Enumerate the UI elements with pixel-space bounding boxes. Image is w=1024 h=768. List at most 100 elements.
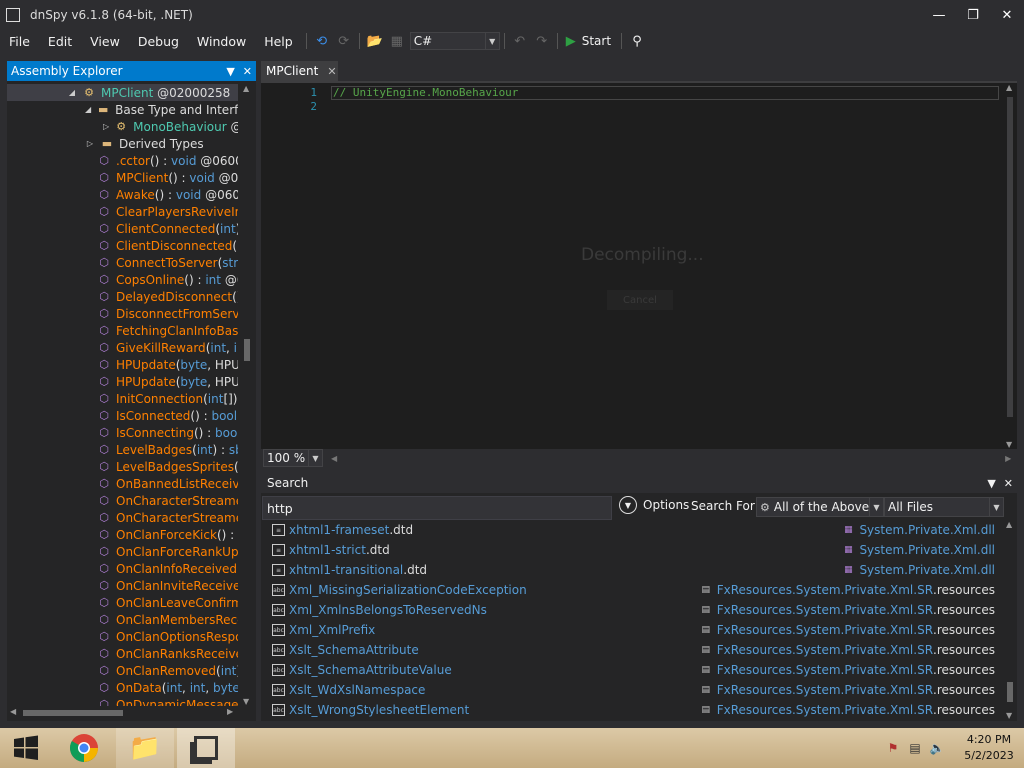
search-result-row[interactable]: abc Xslt_SchemaAttributeValue ▤ FxResources… — [261, 660, 1001, 680]
tree-item[interactable]: ⬡HPUpdate(byte, HPUp — [7, 356, 238, 373]
maximize-icon[interactable]: ❐ — [956, 0, 990, 30]
clock[interactable]: 4:20 PM 5/2/2023 — [954, 732, 1024, 764]
tree-item[interactable]: ⬡ OnClanInviteReceived — [7, 577, 238, 594]
collapsed-arrow-icon[interactable]: ▷ — [85, 139, 95, 148]
code-editor[interactable]: 1 2 // UnityEngine.MonoBehaviour Decompi… — [261, 81, 1017, 449]
scroll-thumb[interactable] — [244, 339, 250, 361]
open-folder-icon[interactable]: 📂 — [365, 31, 385, 51]
tree-item[interactable]: ⬡LevelBadgesSprites(sbyte — [7, 458, 238, 475]
tree-item[interactable]: ⬡ OnCharacterStreamed — [7, 509, 238, 526]
menu-help[interactable]: Help — [255, 34, 302, 49]
scroll-up-icon[interactable]: ▲ — [243, 84, 249, 93]
tree-item[interactable]: ⬡OnData(int, int, byte[], — [7, 679, 238, 696]
scroll-up-icon[interactable]: ▲ — [1006, 83, 1012, 92]
search-result-row[interactable]: abc Xml_MissingSerializationCodeException… — [261, 580, 1001, 600]
search-input[interactable] — [262, 496, 612, 520]
results-vertical-scrollbar[interactable]: ▲ ▼ — [1003, 520, 1017, 720]
tree-item[interactable]: ◢ ▬ Base Type and Interfaces — [7, 101, 238, 118]
scroll-thumb[interactable] — [23, 710, 123, 716]
chrome-taskbar-button[interactable] — [55, 728, 113, 768]
close-icon[interactable]: ✕ — [1004, 477, 1013, 490]
search-result-row[interactable]: abc Xml_XmlPrefix ▤ FxResources.System.Priv… — [261, 620, 1001, 640]
tree-item[interactable]: ⬡ OnClanInfoReceived(M — [7, 560, 238, 577]
tree-item[interactable]: ⬡ OnClanMembersReceived — [7, 611, 238, 628]
language-select[interactable]: C# ▼ — [409, 32, 500, 50]
network-icon[interactable]: ▤ — [906, 739, 924, 757]
tree-item[interactable]: ⬡IsConnecting() : bool @ — [7, 424, 238, 441]
zoom-select[interactable]: 100 % ▼ — [263, 449, 323, 467]
tree-horizontal-scrollbar[interactable]: ◀ ▶ — [7, 706, 256, 720]
tree-item[interactable]: ⬡OnClanRemoved(int) : — [7, 662, 238, 679]
tree-item[interactable]: ▷ ⚙ MonoBehaviour @ — [7, 118, 238, 135]
back-icon[interactable]: ⟲ — [312, 31, 332, 51]
scope-select[interactable]: All Files ▼ — [884, 497, 1004, 517]
tree-item[interactable]: ⬡ MPClient() : void @06 — [7, 169, 238, 186]
tree-item[interactable]: ⬡ ClientDisconnected(in — [7, 237, 238, 254]
scroll-down-icon[interactable]: ▼ — [243, 697, 249, 706]
open-list-icon[interactable]: ▦ — [387, 31, 407, 51]
redo-icon[interactable]: ↷ — [532, 31, 552, 51]
dropdown-icon[interactable]: ▼ — [226, 65, 234, 78]
scroll-left-icon[interactable]: ◀ — [331, 454, 337, 463]
tree-item[interactable]: ⬡ DisconnectFromServer — [7, 305, 238, 322]
scroll-thumb[interactable] — [1007, 682, 1013, 702]
tree-item[interactable]: ⬡ OnBannedListReceived — [7, 475, 238, 492]
scroll-thumb[interactable] — [1007, 97, 1013, 417]
scroll-down-icon[interactable]: ▼ — [1006, 711, 1012, 720]
search-results[interactable]: ≡ xhtml1-frameset.dtd ▦ System.Private.Xml.… — [261, 520, 1001, 720]
tree-item[interactable]: ⬡ .cctor() : void @06000 — [7, 152, 238, 169]
scroll-up-icon[interactable]: ▲ — [1006, 520, 1012, 529]
search-result-row[interactable]: abc Xml_XmlnsBelongsToReservedNs ▤ FxResour… — [261, 600, 1001, 620]
dnspy-taskbar-button[interactable] — [177, 728, 235, 768]
windows-start-button[interactable] — [0, 728, 52, 768]
tree-item[interactable]: ⬡ OnCharacterStreamed — [7, 492, 238, 509]
tree-item[interactable]: ⬡ OnClanForceRankUpdate — [7, 543, 238, 560]
search-result-row[interactable]: abc Xslt_SchemaAttribute ▤ FxResources.Syst… — [261, 640, 1001, 660]
expanded-arrow-icon[interactable]: ◢ — [85, 105, 91, 114]
options-button[interactable]: ▼ Options — [619, 496, 689, 514]
undo-icon[interactable]: ↶ — [510, 31, 530, 51]
search-result-row[interactable]: ≡ xhtml1-strict.dtd ▦ System.Private.Xml.dl… — [261, 540, 1001, 560]
tree-item[interactable]: ◢ ⚙ MPClient @02000258 — [7, 84, 238, 101]
minimize-icon[interactable]: — — [922, 0, 956, 30]
tree-item[interactable]: ⬡ OnClanLeaveConfirmed — [7, 594, 238, 611]
tree-item[interactable]: ▷ ▬ Derived Types — [7, 135, 238, 152]
tree-item[interactable]: ⬡OnClanForceKick() : vo — [7, 526, 238, 543]
volume-icon[interactable]: 🔈 — [928, 739, 946, 757]
tree-item[interactable]: ⬡ClientConnected(int) : — [7, 220, 238, 237]
editor-vertical-scrollbar[interactable]: ▲ ▼ — [1003, 83, 1017, 449]
tree-item[interactable]: ⬡ ClearPlayersReviveInfo — [7, 203, 238, 220]
close-icon[interactable]: ✕ — [243, 65, 252, 78]
tree-item[interactable]: ⬡LevelBadges(int) : sbyte — [7, 441, 238, 458]
tree-item[interactable]: ⬡ FetchingClanInfoBasic — [7, 322, 238, 339]
scroll-right-icon[interactable]: ▶ — [227, 707, 233, 716]
close-icon[interactable]: ✕ — [327, 65, 336, 78]
flag-icon[interactable]: ⚑ — [884, 739, 902, 757]
search-result-row[interactable]: ≡ xhtml1-transitional.dtd ▦ System.Private.… — [261, 560, 1001, 580]
dropdown-icon[interactable]: ▼ — [987, 477, 995, 490]
tree-vertical-scrollbar[interactable]: ▲ ▼ — [240, 84, 254, 706]
search-result-row[interactable]: abc Xslt_WrongStylesheetElement ▤ FxResourc… — [261, 700, 1001, 720]
menu-window[interactable]: Window — [188, 34, 255, 49]
tree-item[interactable]: ⬡ IsConnected() : bool @ — [7, 407, 238, 424]
tree-item[interactable]: ⬡GiveKillReward(int, int — [7, 339, 238, 356]
expanded-arrow-icon[interactable]: ◢ — [67, 88, 77, 97]
cancel-button[interactable]: Cancel — [607, 290, 673, 310]
menu-debug[interactable]: Debug — [129, 34, 188, 49]
search-result-row[interactable]: ≡ xhtml1-frameset.dtd ▦ System.Private.Xml.… — [261, 520, 1001, 540]
search-result-row[interactable]: abc Xslt_WdXslNamespace ▤ FxResources.Syste… — [261, 680, 1001, 700]
scroll-right-icon[interactable]: ▶ — [1005, 454, 1011, 463]
forward-icon[interactable]: ⟳ — [334, 31, 354, 51]
tree-item[interactable]: ⬡InitConnection(int[]) : — [7, 390, 238, 407]
start-button[interactable]: ▶ Start — [566, 34, 611, 49]
tree-item[interactable]: ⬡ CopsOnline() : int @06 — [7, 271, 238, 288]
scroll-down-icon[interactable]: ▼ — [1006, 440, 1012, 449]
tree-item[interactable]: ⬡ DelayedDisconnect() : — [7, 288, 238, 305]
assembly-tree[interactable]: ◢ ⚙ MPClient @02000258 ◢ ▬ Base Type and Inte… — [7, 84, 238, 706]
scroll-left-icon[interactable]: ◀ — [10, 707, 16, 716]
tree-item[interactable]: ⬡ OnDynamicMessageR — [7, 696, 238, 707]
tab-mpclient[interactable]: MPClient ✕ — [261, 61, 338, 81]
tree-item[interactable]: ⬡ OnClanOptionsResponse — [7, 628, 238, 645]
file-explorer-taskbar-button[interactable]: 📁 — [116, 728, 174, 768]
menu-view[interactable]: View — [81, 34, 129, 49]
